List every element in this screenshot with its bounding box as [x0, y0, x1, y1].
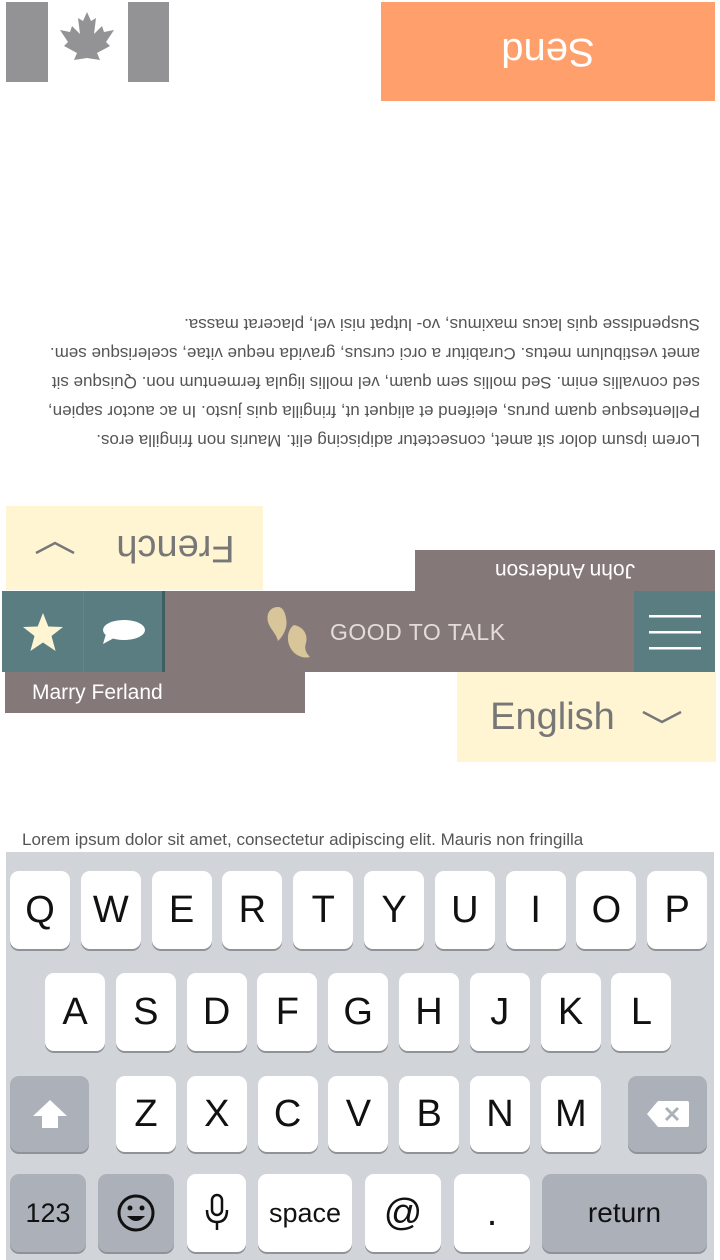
key-n[interactable]: N	[470, 1076, 530, 1152]
key-h[interactable]: H	[399, 973, 459, 1051]
key-u[interactable]: U	[434, 871, 495, 949]
menu-icon	[648, 614, 701, 649]
key-c[interactable]: C	[257, 1076, 318, 1152]
user-name-label-flipped: John Anderson	[494, 559, 636, 583]
language-label-english: English	[490, 695, 615, 738]
app-navbar: GOOD TO TALK	[2, 591, 715, 672]
key-r[interactable]: R	[222, 871, 283, 949]
space-key[interactable]: space	[258, 1174, 352, 1252]
brand: GOOD TO TALK	[264, 601, 506, 663]
numbers-key-label: 123	[25, 1197, 71, 1228]
period-key[interactable]: .	[454, 1174, 530, 1252]
key-a[interactable]: A	[45, 973, 105, 1051]
key-t[interactable]: T	[293, 871, 354, 949]
emoji-icon	[117, 1194, 155, 1232]
flag-bar-right	[128, 2, 169, 82]
at-key[interactable]: @	[365, 1174, 441, 1252]
microphone-icon	[205, 1193, 228, 1230]
key-y[interactable]: Y	[364, 871, 424, 949]
key-d[interactable]: D	[186, 973, 247, 1051]
user-name-flipped: John Anderson	[415, 550, 715, 591]
maple-leaf-icon	[60, 12, 114, 74]
backspace-icon	[646, 1101, 689, 1127]
key-f[interactable]: F	[257, 973, 318, 1051]
space-key-label: space	[268, 1197, 342, 1228]
key-e[interactable]: E	[151, 871, 212, 949]
shift-key[interactable]	[10, 1076, 89, 1152]
chat-button[interactable]	[84, 591, 165, 672]
key-g[interactable]: G	[328, 973, 389, 1051]
key-b[interactable]: B	[399, 1076, 460, 1152]
emoji-key[interactable]	[98, 1174, 174, 1252]
chevron-down-icon	[642, 710, 682, 724]
key-j[interactable]: J	[469, 973, 530, 1051]
keyboard: QWERTYUIOP ASDFGHJKL ZXCVBNM 123 space @…	[6, 852, 714, 1260]
favorites-button[interactable]	[2, 591, 83, 672]
brand-name: GOOD TO TALK	[330, 618, 506, 645]
delete-key[interactable]	[628, 1076, 707, 1152]
language-select-english[interactable]: English	[457, 672, 716, 762]
key-s[interactable]: S	[115, 973, 176, 1051]
incoming-message-flipped: Lorem ipsum dolor sit amet, consectetur …	[47, 315, 700, 450]
at-key-label: @	[383, 1191, 423, 1234]
key-o[interactable]: O	[576, 871, 637, 949]
flag-bar-left	[6, 2, 48, 82]
quote-logo-icon	[267, 607, 310, 658]
send-button-label: Send	[501, 30, 595, 74]
shift-arrow-icon	[32, 1100, 67, 1128]
chat-bubble-icon	[103, 619, 145, 644]
key-i[interactable]: I	[505, 871, 566, 949]
key-p[interactable]: P	[647, 871, 708, 949]
dictation-key[interactable]	[187, 1174, 246, 1252]
star-icon	[22, 612, 63, 651]
key-k[interactable]: K	[540, 973, 601, 1051]
chevron-down-icon	[35, 541, 75, 555]
key-m[interactable]: M	[540, 1076, 601, 1152]
key-l[interactable]: L	[611, 973, 672, 1051]
key-z[interactable]: Z	[116, 1076, 176, 1152]
key-v[interactable]: V	[328, 1076, 389, 1152]
message-input-text[interactable]: Lorem ipsum dolor sit amet, consectetur …	[22, 827, 702, 853]
user-name-label: Marry Ferland	[32, 680, 163, 704]
period-key-label: .	[486, 1191, 498, 1234]
key-w[interactable]: W	[80, 871, 141, 949]
language-label-french: French	[116, 527, 235, 570]
user-name: Marry Ferland	[5, 672, 305, 713]
key-x[interactable]: X	[186, 1076, 247, 1152]
return-key-label: return	[587, 1197, 662, 1228]
send-button[interactable]: Send	[381, 2, 715, 101]
menu-button[interactable]	[634, 591, 715, 672]
key-q[interactable]: Q	[10, 871, 70, 949]
return-key[interactable]: return	[542, 1174, 707, 1252]
numbers-key[interactable]: 123	[10, 1174, 86, 1252]
language-select-french[interactable]: French	[6, 506, 263, 590]
